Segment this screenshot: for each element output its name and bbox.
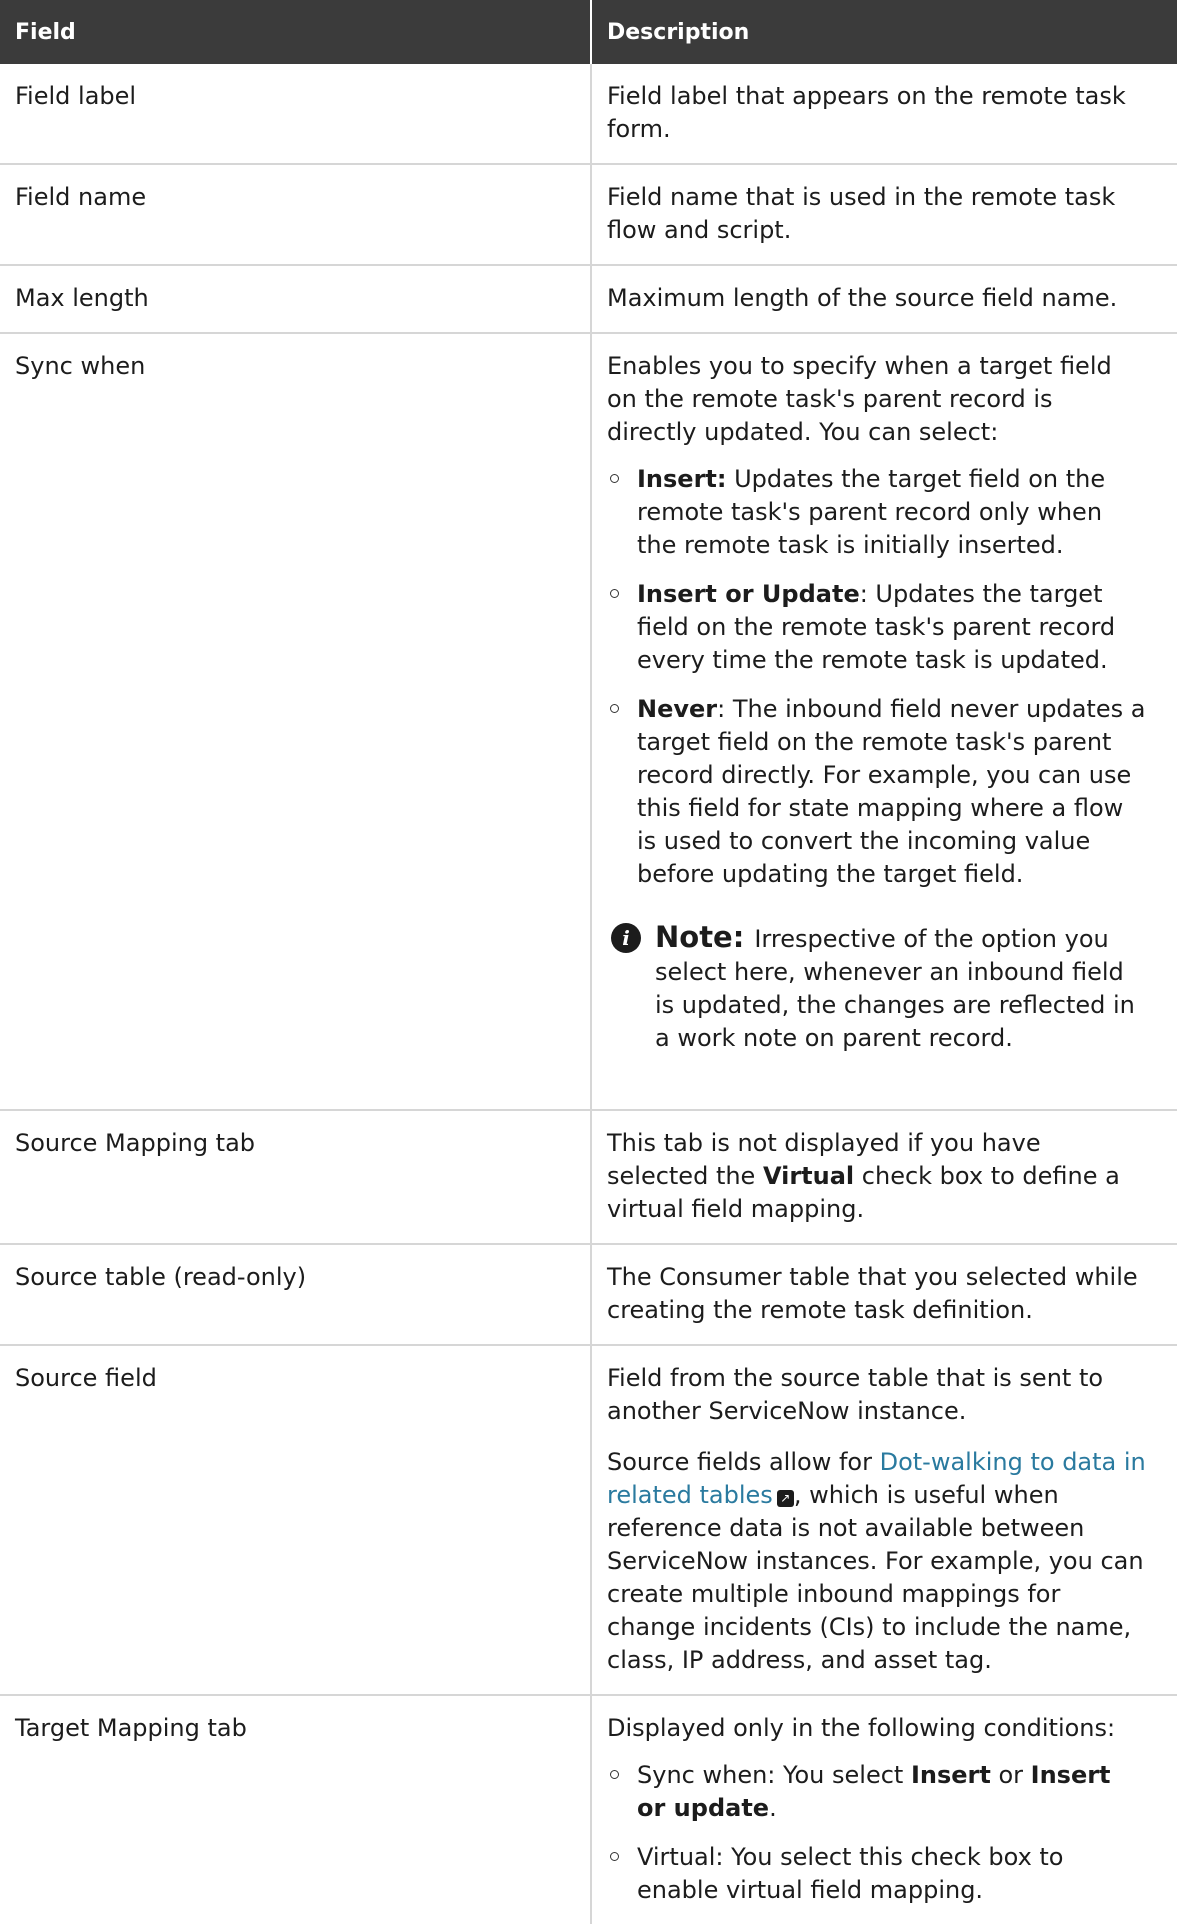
field-description-table: Field Description Field label Field labe… xyxy=(0,0,1177,1924)
description-cell: Field label that appears on the remote t… xyxy=(591,64,1177,165)
sync-options-list: Insert: Updates the target field on the … xyxy=(607,463,1147,891)
condition-text: Sync when: You select xyxy=(637,1761,911,1789)
field-cell: Source Mapping tab xyxy=(0,1110,592,1245)
sync-when-intro: Enables you to specify when a target fie… xyxy=(607,352,1112,446)
list-item: Insert: Updates the target field on the … xyxy=(607,463,1147,562)
description-cell: Field from the source table that is sent… xyxy=(591,1345,1177,1696)
bullet-icon xyxy=(610,1852,619,1861)
table-row: Target Mapping tab Displayed only in the… xyxy=(0,1695,1177,1924)
description-cell: This tab is not displayed if you have se… xyxy=(591,1110,1177,1245)
condition-text: Virtual: You select this check box to en… xyxy=(637,1843,1064,1904)
table-row: Sync when Enables you to specify when a … xyxy=(0,333,1177,1111)
description-cell: Field name that is used in the remote ta… xyxy=(591,164,1177,266)
bullet-icon xyxy=(610,474,619,483)
condition-text: . xyxy=(769,1794,777,1822)
option-text: : The inbound field never updates a targ… xyxy=(637,695,1146,888)
description-cell: Enables you to specify when a target fie… xyxy=(591,333,1177,1111)
field-cell: Field name xyxy=(0,164,592,266)
table-row: Field name Field name that is used in th… xyxy=(0,164,1177,266)
desc-text: , which is useful when reference data is… xyxy=(607,1481,1144,1674)
source-field-desc: Field from the source table that is sent… xyxy=(607,1364,1104,1425)
condition-text: or xyxy=(990,1761,1031,1789)
bullet-icon xyxy=(610,589,619,598)
bullet-icon xyxy=(610,704,619,713)
table-row: Source field Field from the source table… xyxy=(0,1345,1177,1696)
header-field: Field xyxy=(0,0,591,64)
table-header-row: Field Description xyxy=(0,0,1177,64)
option-term: Insert or Update xyxy=(637,580,860,608)
description-cell: Maximum length of the source field name. xyxy=(591,265,1177,334)
field-cell: Source field xyxy=(0,1345,592,1696)
note-box: i Note: Irrespective of the option you se… xyxy=(607,921,1147,1055)
description-cell: Displayed only in the following conditio… xyxy=(591,1695,1177,1924)
table-row: Field label Field label that appears on … xyxy=(0,64,1177,165)
table-row: Source table (read-only) The Consumer ta… xyxy=(0,1244,1177,1346)
description-cell: The Consumer table that you selected whi… xyxy=(591,1244,1177,1346)
field-cell: Target Mapping tab xyxy=(0,1695,592,1924)
list-item: Sync when: You select Insert or Insert o… xyxy=(607,1759,1147,1825)
external-link-icon[interactable]: ↗ xyxy=(776,1490,794,1507)
field-cell: Sync when xyxy=(0,333,592,1111)
note-body: Note: Irrespective of the option you sele… xyxy=(655,921,1147,1055)
list-item: Virtual: You select this check box to en… xyxy=(607,1841,1147,1907)
note-label: Note: xyxy=(655,920,745,954)
header-description: Description xyxy=(590,0,1177,64)
source-field-desc-2: Source fields allow for Dot-walking to d… xyxy=(607,1446,1147,1677)
desc-bold: Virtual xyxy=(762,1162,855,1190)
bullet-icon xyxy=(610,1770,619,1779)
field-cell: Max length xyxy=(0,265,592,334)
desc-text: Source fields allow for xyxy=(607,1448,880,1476)
condition-bold: Insert xyxy=(910,1761,991,1789)
list-item: Insert or Update: Updates the target fie… xyxy=(607,578,1147,677)
list-item: Never: The inbound field never updates a… xyxy=(607,693,1147,891)
target-mapping-intro: Displayed only in the following conditio… xyxy=(607,1714,1116,1742)
option-term: Never xyxy=(637,695,718,723)
table-row: Max length Maximum length of the source … xyxy=(0,265,1177,334)
info-icon: i xyxy=(611,923,641,953)
field-cell: Field label xyxy=(0,64,592,165)
field-cell: Source table (read-only) xyxy=(0,1244,592,1346)
conditions-list: Sync when: You select Insert or Insert o… xyxy=(607,1759,1147,1907)
option-term: Insert: xyxy=(637,465,727,493)
table-row: Source Mapping tab This tab is not displ… xyxy=(0,1110,1177,1245)
